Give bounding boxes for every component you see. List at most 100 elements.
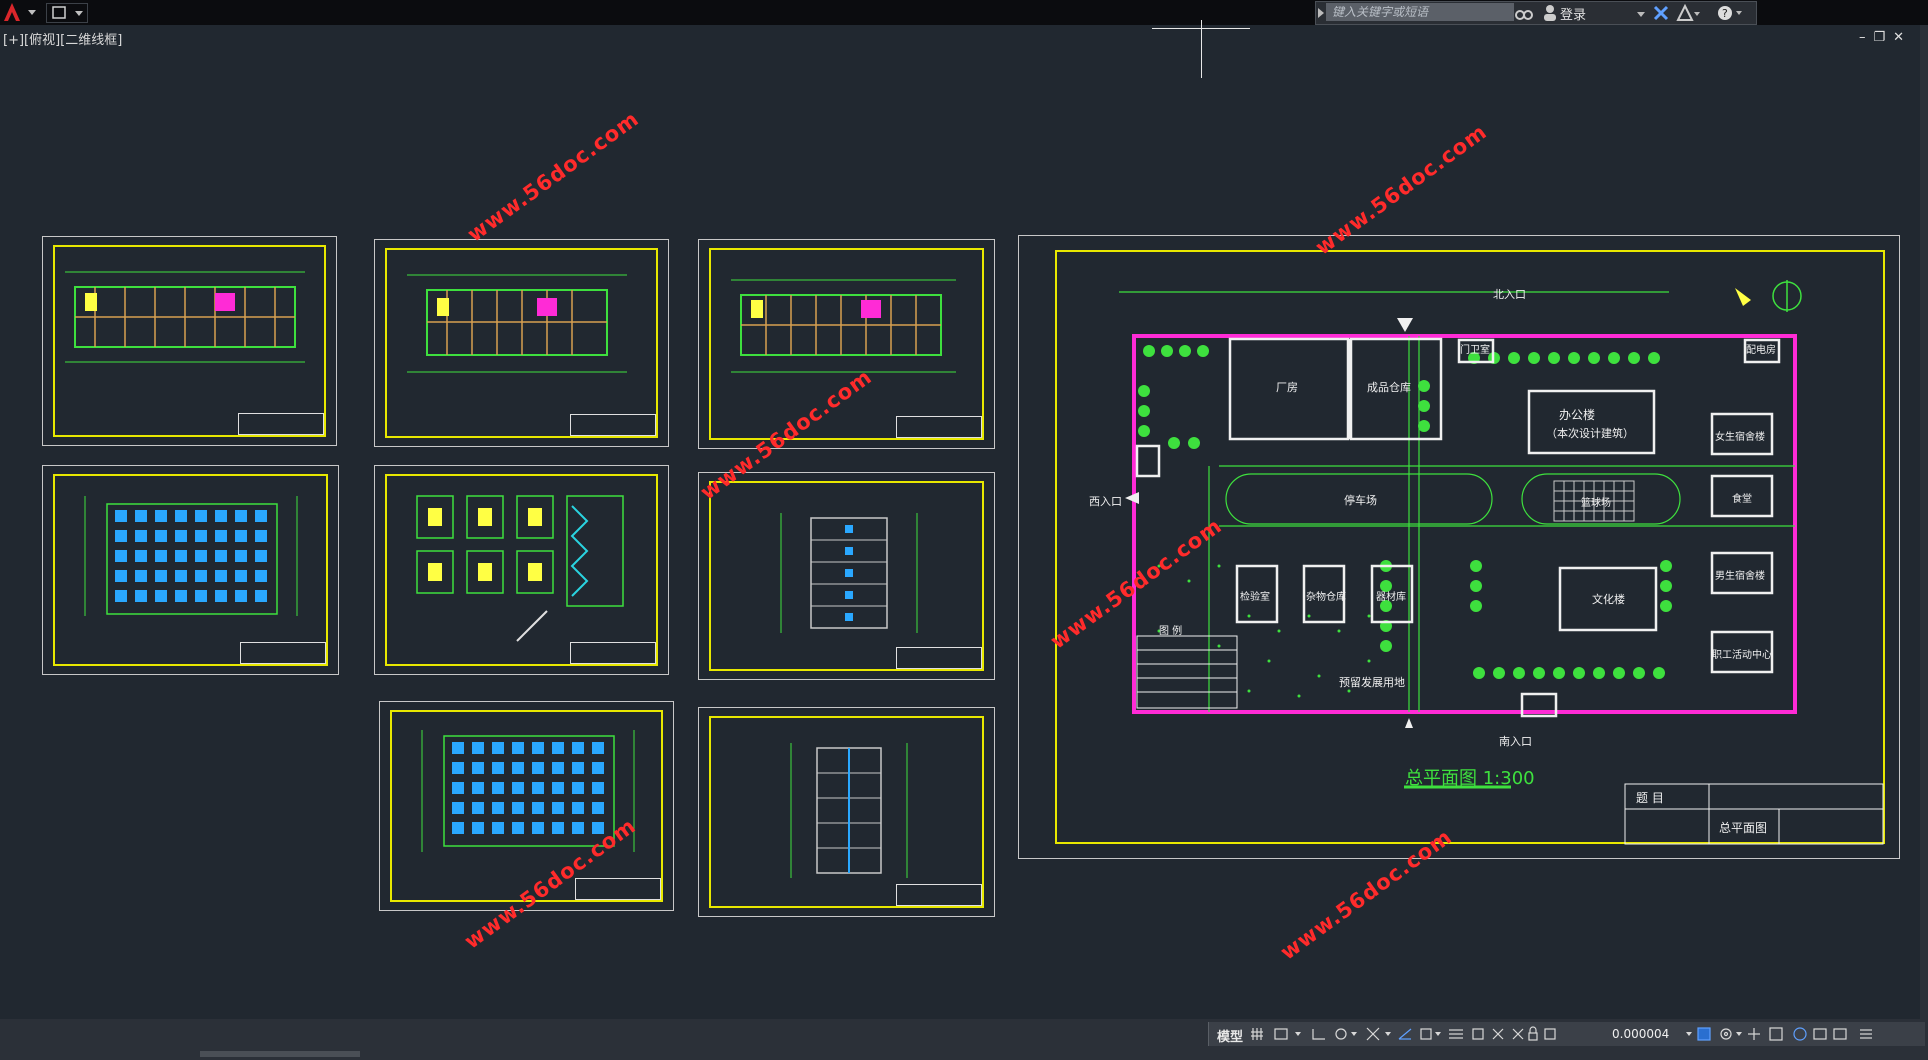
search-input[interactable]: 键入关键字或短语 [1326, 3, 1514, 21]
sheet-standard-floor-plan[interactable] [698, 239, 995, 449]
title-block [896, 884, 982, 906]
login-button[interactable]: 登录 [1560, 4, 1586, 23]
label-office-note: （本次设计建筑） [1546, 427, 1634, 440]
open-file-icon [52, 6, 83, 19]
label-west-entrance: 西入口 [1089, 495, 1122, 508]
viewport-controls-label[interactable]: [+][俯视][二维线框] [3, 29, 122, 48]
status-tools: 模型 0.000004 [1208, 1022, 1925, 1046]
label-south-entrance: 南入口 [1499, 735, 1532, 748]
lineweight-icon [1449, 1029, 1463, 1039]
horizontal-scrollbar-thumb[interactable] [200, 1051, 360, 1057]
search-toolbar: 键入关键字或短语 登录 ? [1315, 1, 1757, 25]
title-block [570, 414, 656, 436]
title-bar: 键入关键字或短语 登录 ? [0, 0, 1928, 25]
vertical-scrollbar[interactable] [1920, 25, 1928, 1019]
isolate-icon [1544, 1028, 1556, 1040]
annotation-monitor-icon [1769, 1027, 1783, 1041]
model-space-button[interactable]: 模型 [1217, 1026, 1243, 1045]
customization-icon [1860, 1029, 1872, 1039]
polar-icon [1335, 1028, 1347, 1040]
isolate-objects-icon [1813, 1028, 1827, 1040]
label-canteen: 食堂 [1732, 494, 1752, 505]
close-icon[interactable]: ✕ [1893, 30, 1912, 45]
label-factory: 厂房 [1276, 381, 1298, 394]
svg-text:?: ? [1722, 7, 1728, 20]
selection-cycling-icon [1472, 1028, 1484, 1040]
clean-screen-icon [1833, 1028, 1847, 1040]
binoculars-icon[interactable] [1514, 3, 1534, 23]
title-block [896, 416, 982, 438]
north-arrow-icon [1735, 280, 1802, 312]
sheet-first-floor-plan[interactable] [42, 236, 337, 446]
grid-icon [1251, 1028, 1263, 1040]
label-material-warehouse: 器材库 [1376, 592, 1406, 603]
label-power-room: 配电房 [1746, 345, 1776, 356]
sheet-site-plan[interactable]: 北入口 西入口 南入口 门卫室 配电房 厂房 成品仓库 办公楼 （本次设计建筑）… [1018, 235, 1900, 859]
user-icon [1544, 5, 1556, 21]
sheet-side-elevation[interactable] [698, 472, 995, 680]
detail-drawing [416, 495, 624, 642]
dynamic-ucs-icon [1398, 1028, 1412, 1040]
coordinate-readout[interactable]: 0.000004 [1612, 1027, 1669, 1041]
exchange-icon[interactable] [1652, 4, 1670, 22]
restore-icon[interactable]: ❐ [1873, 30, 1893, 45]
label-misc-warehouse: 杂物仓库 [1306, 592, 1346, 603]
label-activity-center: 职工活动中心 [1712, 650, 1772, 661]
elevation-drawing [780, 513, 918, 633]
label-lab: 检验室 [1240, 592, 1270, 603]
label-playground: 停车场 [1344, 494, 1377, 507]
watermark: www.56doc.com [462, 106, 644, 247]
workspace-icon [1697, 1027, 1711, 1041]
label-north-entrance: 北入口 [1493, 288, 1526, 301]
gear-icon [1720, 1028, 1732, 1040]
sheet-second-floor-plan[interactable] [374, 239, 669, 447]
window-controls[interactable]: –❐✕ [1859, 30, 1912, 45]
label-male-dorm: 男生宿舍楼 [1715, 571, 1765, 582]
status-right-tools[interactable] [1684, 1025, 1924, 1043]
title-block [238, 413, 324, 435]
annotation-visibility-icon [1512, 1028, 1524, 1040]
titleblock-label: 题 目 [1636, 791, 1664, 805]
label-gate-house: 门卫室 [1460, 345, 1490, 356]
expand-arrow-icon[interactable] [1316, 2, 1326, 24]
label-culture-building: 文化楼 [1592, 593, 1625, 606]
ortho-icon [1312, 1029, 1325, 1040]
annotation-scale-icon [1492, 1028, 1504, 1040]
help-icon[interactable]: ? [1716, 4, 1746, 22]
autocad-logo-icon [4, 3, 36, 21]
legend-title: 图 例 [1159, 626, 1183, 637]
sheet-section[interactable] [698, 707, 995, 917]
floor-plan-drawing [407, 274, 627, 373]
osnap-icon [1366, 1027, 1380, 1041]
label-female-dorm: 女生宿舍楼 [1715, 432, 1765, 443]
hardware-acceleration-icon [1793, 1027, 1807, 1041]
label-reserve-land: 预留发展用地 [1339, 676, 1405, 689]
title-block [240, 642, 326, 664]
label-court: 篮球场 [1581, 498, 1611, 509]
dropdown-arrow-icon[interactable] [1636, 3, 1646, 23]
sheet-rear-elevation[interactable] [379, 701, 674, 911]
title-block [896, 647, 982, 669]
title-block [575, 878, 661, 900]
section-drawing [790, 743, 908, 878]
application-menu-button[interactable] [0, 0, 40, 25]
site-plan-title: 总平面图 1:300 [1405, 768, 1535, 789]
snap-icon [1274, 1028, 1288, 1040]
floor-plan-drawing [65, 271, 305, 363]
drafting-toggles[interactable] [1249, 1025, 1609, 1043]
elevation-drawing [84, 496, 298, 616]
status-bar: 模型 0.000004 [0, 1019, 1928, 1060]
autodesk-a360-icon[interactable] [1676, 4, 1702, 22]
titleblock-name: 总平面图 [1719, 821, 1768, 835]
label-office-building: 办公楼 [1559, 408, 1596, 422]
cursor-crosshair-horizontal [1152, 28, 1250, 29]
title-block [570, 642, 656, 664]
quick-access-toolbar[interactable] [46, 3, 88, 23]
sheet-front-elevation[interactable] [42, 465, 339, 675]
annotation-icon [1420, 1028, 1432, 1040]
label-finished-warehouse: 成品仓库 [1367, 381, 1411, 394]
minimize-icon[interactable]: – [1859, 30, 1874, 45]
lock-icon [1528, 1026, 1538, 1041]
plus-icon [1748, 1028, 1760, 1040]
sheet-stair-details[interactable] [374, 465, 669, 675]
